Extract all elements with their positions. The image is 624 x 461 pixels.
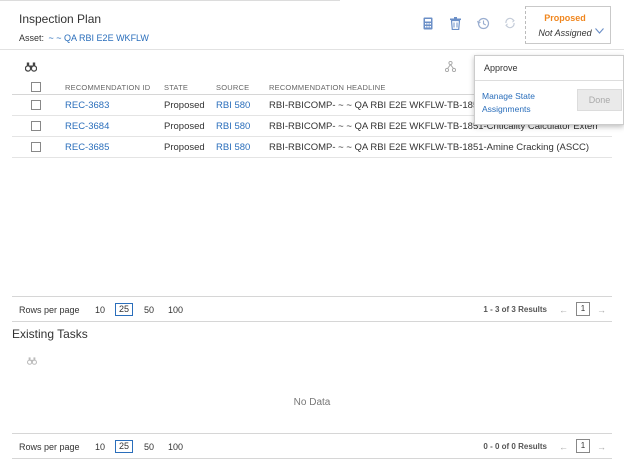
page-size-option[interactable]: 100 bbox=[168, 305, 183, 315]
recommendation-id-link[interactable]: REC-3684 bbox=[65, 121, 109, 132]
done-button[interactable]: Done bbox=[577, 89, 622, 111]
state-current: Proposed bbox=[544, 13, 586, 23]
recommendation-headline: RBI-RBICOMP- ~ ~ QA RBI E2E WKFLW-TB-185… bbox=[269, 100, 497, 111]
binoculars-icon bbox=[27, 352, 37, 370]
page-size-option[interactable]: 50 bbox=[144, 442, 154, 452]
select-all-checkbox[interactable] bbox=[31, 82, 41, 92]
asset-link[interactable]: ~ ~ QA RBI E2E WKFLW bbox=[49, 33, 149, 43]
no-data-message: No Data bbox=[293, 397, 331, 408]
asset-line: Asset: ~ ~ QA RBI E2E WKFLW bbox=[19, 33, 149, 43]
refresh-icon[interactable] bbox=[503, 16, 517, 30]
binoculars-icon[interactable] bbox=[24, 59, 38, 77]
rows-per-page-label: Rows per page bbox=[19, 442, 80, 452]
page-size-option[interactable]: 100 bbox=[168, 442, 183, 452]
page-number[interactable]: 1 bbox=[576, 439, 590, 453]
page-size-option-selected[interactable]: 25 bbox=[115, 440, 134, 453]
arrow-right-icon[interactable]: → bbox=[597, 305, 606, 315]
arrow-right-icon[interactable]: → bbox=[597, 442, 606, 452]
chevron-down-icon bbox=[595, 21, 604, 39]
recommendation-state: Proposed bbox=[164, 100, 205, 111]
row-checkbox[interactable] bbox=[31, 121, 41, 131]
column-header-state[interactable]: STATE bbox=[164, 83, 188, 92]
recommendation-id-link[interactable]: REC-3683 bbox=[65, 100, 109, 111]
table-row: REC-3685 Proposed RBI 580 RBI-RBICOMP- ~… bbox=[12, 137, 612, 158]
state-transition-popup: Approve Manage State Assignments Done bbox=[474, 55, 624, 125]
page-size-option-selected[interactable]: 25 bbox=[115, 303, 134, 316]
state-dropdown[interactable]: Proposed Not Assigned bbox=[525, 6, 611, 44]
recommendation-source-link[interactable]: RBI 580 bbox=[216, 121, 250, 132]
results-count: 1 - 3 of 3 Results bbox=[483, 305, 547, 314]
row-checkbox[interactable] bbox=[31, 100, 41, 110]
recommendation-source-link[interactable]: RBI 580 bbox=[216, 100, 250, 111]
trash-icon[interactable] bbox=[448, 16, 462, 30]
results-count: 0 - 0 of 0 Results bbox=[483, 442, 547, 451]
tasks-pager: Rows per page 10 25 50 100 0 - 0 of 0 Re… bbox=[12, 433, 612, 459]
page-header: Inspection Plan Asset: ~ ~ QA RBI E2E WK… bbox=[0, 0, 624, 50]
transition-approve[interactable]: Approve bbox=[484, 63, 518, 73]
existing-tasks-title: Existing Tasks bbox=[12, 327, 88, 341]
manage-state-assignments-link[interactable]: Manage State Assignments bbox=[482, 90, 535, 116]
recommendation-state: Proposed bbox=[164, 142, 205, 153]
arrow-left-icon[interactable]: ← bbox=[559, 442, 568, 452]
history-icon[interactable] bbox=[476, 16, 490, 30]
page-title: Inspection Plan bbox=[19, 12, 102, 26]
rows-per-page-label: Rows per page bbox=[19, 305, 80, 315]
manage-line-1: Manage State bbox=[482, 91, 535, 101]
page-size-option[interactable]: 10 bbox=[95, 442, 105, 452]
page-size-option[interactable]: 50 bbox=[144, 305, 154, 315]
page-size-option[interactable]: 10 bbox=[95, 305, 105, 315]
recommendation-source-link[interactable]: RBI 580 bbox=[216, 142, 250, 153]
recommendation-id-link[interactable]: REC-3685 bbox=[65, 142, 109, 153]
manage-line-2: Assignments bbox=[482, 104, 531, 114]
calculator-icon[interactable] bbox=[421, 16, 435, 30]
column-header-headline[interactable]: RECOMMENDATION HEADLINE bbox=[269, 83, 386, 92]
column-header-source[interactable]: SOURCE bbox=[216, 83, 249, 92]
recommendations-pager: Rows per page 10 25 50 100 1 - 3 of 3 Re… bbox=[12, 296, 612, 322]
popup-divider bbox=[475, 80, 623, 81]
hierarchy-icon[interactable] bbox=[444, 59, 457, 77]
column-header-id[interactable]: RECOMMENDATION ID bbox=[65, 83, 150, 92]
asset-label: Asset: bbox=[19, 33, 45, 43]
page-number[interactable]: 1 bbox=[576, 302, 590, 316]
recommendation-headline: RBI-RBICOMP- ~ ~ QA RBI E2E WKFLW-TB-185… bbox=[269, 142, 590, 153]
row-checkbox[interactable] bbox=[31, 142, 41, 152]
arrow-left-icon[interactable]: ← bbox=[559, 305, 568, 315]
recommendation-state: Proposed bbox=[164, 121, 205, 132]
state-assignee: Not Assigned bbox=[538, 28, 592, 38]
